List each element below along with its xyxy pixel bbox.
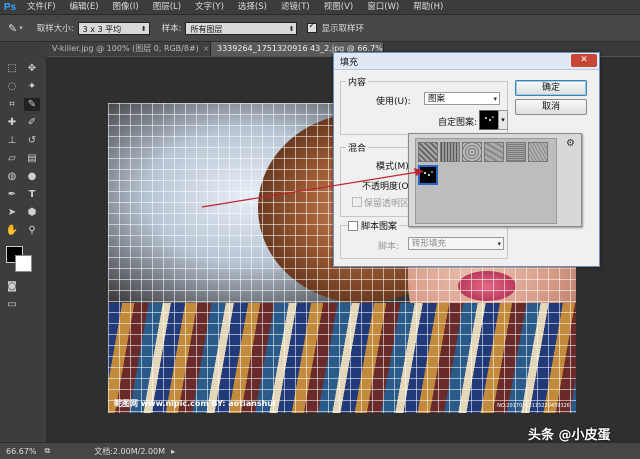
lasso-tool-icon[interactable]: ◌: [4, 80, 20, 93]
menu-file[interactable]: 文件(F): [20, 0, 63, 14]
pattern-picker-arrow[interactable]: ▾: [498, 110, 508, 130]
sample-size-value: 3 x 3 平均: [82, 24, 122, 34]
pattern-swatch[interactable]: [440, 142, 460, 162]
use-select[interactable]: 图案 ▾: [424, 92, 500, 105]
show-ring-checkbox[interactable]: [307, 21, 318, 33]
eyedropper-tool-icon[interactable]: ✎: [24, 98, 40, 111]
script-pattern-label[interactable]: 脚本图案: [359, 219, 400, 232]
chevron-down-icon: ▾: [497, 240, 501, 248]
pattern-swatch[interactable]: [506, 142, 526, 162]
image-watermark-left: 昵图网 www.nipic.com BY: aotianshui: [114, 399, 276, 408]
background-color-swatch[interactable]: [15, 255, 32, 272]
chevron-down-icon: ▾: [493, 95, 497, 103]
sample-label: 样本:: [161, 24, 182, 34]
chevron-down-icon: ⬍: [288, 24, 295, 33]
toutiao-watermark: 头条 @小皮蛋: [528, 428, 611, 443]
gradient-tool-icon[interactable]: ▤: [24, 152, 40, 165]
custom-pattern-preview[interactable]: [479, 110, 499, 130]
type-tool-icon[interactable]: T: [24, 188, 40, 201]
menu-view[interactable]: 视图(V): [317, 0, 360, 14]
gear-icon[interactable]: ⚙: [566, 138, 575, 149]
options-bar: ✎ ▾ 取样大小: 3 x 3 平均 ⬍ 样本: 所有图层 ⬍ 显示取样环: [0, 15, 640, 42]
dialog-title-bar: 填充 ✕: [334, 53, 599, 70]
quick-mask-icon[interactable]: ◙: [4, 280, 20, 293]
ok-button[interactable]: 确定: [515, 80, 587, 96]
document-size: 文档:2.00M/2.00M: [94, 446, 166, 456]
dialog-title: 填充: [340, 58, 359, 68]
magic-wand-tool-icon[interactable]: ✦: [24, 80, 40, 93]
sample-select[interactable]: 所有图层 ⬍: [185, 21, 298, 35]
pattern-swatch-icon: [424, 171, 433, 176]
content-group-title: 内容: [346, 75, 369, 88]
pattern-swatch-selected[interactable]: [418, 165, 438, 185]
tools-panel: ⬚ ✥ ◌ ✦ ⌗ ✎ ✚ ✐ ⊥ ↺ ▱ ▤ ◍ ● ✒ T ➤ ⬢ ✋ ⚲ …: [0, 42, 47, 442]
tab-label: V-killer.jpg @ 100% (图层 0, RGB/8#): [52, 44, 199, 53]
dialog-close-button[interactable]: ✕: [571, 54, 597, 67]
menu-window[interactable]: 窗口(W): [360, 0, 406, 14]
menu-layer[interactable]: 图层(L): [146, 0, 188, 14]
preserve-transparency-checkbox[interactable]: [352, 197, 362, 207]
sample-value: 所有图层: [190, 24, 223, 34]
history-brush-tool-icon[interactable]: ↺: [24, 134, 40, 147]
script-select[interactable]: 砖形填充 ▾: [408, 237, 504, 250]
pattern-picker-popup: ⚙: [408, 133, 582, 227]
blur-tool-icon[interactable]: ◍: [4, 170, 20, 183]
chevron-right-icon[interactable]: ▸: [171, 447, 175, 456]
shape-tool-icon[interactable]: ⬢: [24, 206, 40, 219]
zoom-level[interactable]: 66.67%: [6, 447, 37, 456]
tab-document-1[interactable]: V-killer.jpg @ 100% (图层 0, RGB/8#) ×: [46, 42, 211, 56]
custom-pattern-label: 自定图案:: [438, 118, 478, 128]
menu-image[interactable]: 图像(I): [106, 0, 146, 14]
share-icon[interactable]: ⧉: [45, 446, 51, 456]
image-watermark-right: NO:20170212115220459326: [497, 403, 570, 409]
use-value: 图案: [428, 94, 446, 104]
pattern-swatch[interactable]: [528, 142, 548, 162]
tool-preset-chevron-icon[interactable]: ▾: [19, 24, 23, 32]
pattern-swatch[interactable]: [484, 142, 504, 162]
path-select-tool-icon[interactable]: ➤: [4, 206, 20, 219]
screen-mode-icon[interactable]: ▭: [4, 298, 20, 311]
sample-size-label: 取样大小:: [36, 24, 74, 34]
cancel-button[interactable]: 取消: [515, 99, 587, 115]
menu-type[interactable]: 文字(Y): [188, 0, 231, 14]
menu-select[interactable]: 选择(S): [231, 0, 274, 14]
script-pattern-checkbox[interactable]: [348, 221, 358, 231]
dodge-tool-icon[interactable]: ●: [24, 170, 40, 183]
hand-tool-icon[interactable]: ✋: [4, 224, 20, 237]
stamp-tool-icon[interactable]: ⊥: [4, 134, 20, 147]
crop-tool-icon[interactable]: ⌗: [4, 98, 20, 111]
show-ring-label: 显示取样环: [321, 24, 364, 34]
photoshop-logo: Ps: [3, 1, 17, 13]
close-icon[interactable]: ×: [203, 44, 210, 53]
pen-tool-icon[interactable]: ✒: [4, 188, 20, 201]
move-tool-icon[interactable]: ✥: [24, 62, 40, 75]
menu-bar: Ps 文件(F) 编辑(E) 图像(I) 图层(L) 文字(Y) 选择(S) 滤…: [0, 0, 640, 15]
marquee-tool-icon[interactable]: ⬚: [4, 62, 20, 75]
use-label: 使用(U):: [376, 97, 411, 107]
script-label: 脚本:: [378, 242, 400, 252]
blend-group-title: 混合: [346, 141, 369, 154]
brush-tool-icon[interactable]: ✐: [24, 116, 40, 129]
eyedropper-tool-icon[interactable]: ✎: [8, 22, 17, 35]
eraser-tool-icon[interactable]: ▱: [4, 152, 20, 165]
menu-filter[interactable]: 滤镜(T): [274, 0, 317, 14]
sample-size-select[interactable]: 3 x 3 平均 ⬍: [77, 21, 150, 35]
status-bar: 66.67% ⧉ 文档:2.00M/2.00M ▸: [0, 442, 640, 459]
script-value: 砖形填充: [412, 239, 447, 249]
pattern-list: [415, 138, 557, 224]
menu-edit[interactable]: 编辑(E): [63, 0, 106, 14]
chevron-down-icon: ⬍: [140, 24, 147, 33]
pattern-swatch-icon: [485, 116, 494, 121]
pattern-swatch[interactable]: [462, 142, 482, 162]
pattern-swatch[interactable]: [418, 142, 438, 162]
mode-label: 模式(M):: [376, 162, 412, 172]
menu-help[interactable]: 帮助(H): [406, 0, 450, 14]
healing-brush-tool-icon[interactable]: ✚: [4, 116, 20, 129]
zoom-tool-icon[interactable]: ⚲: [24, 224, 40, 237]
